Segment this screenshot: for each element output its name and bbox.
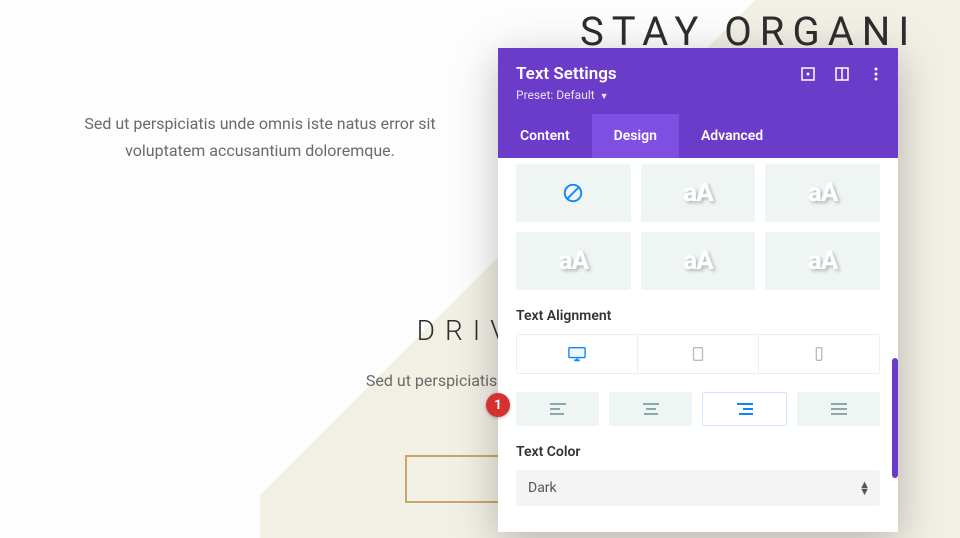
align-justify-icon [831,403,847,415]
text-color-value: Dark [528,480,557,496]
tablet-icon [689,346,707,362]
annotation-marker-1: 1 [486,393,510,417]
align-center-icon [643,403,659,415]
alignment-label: Text Alignment [516,308,880,324]
preset-value: Default [556,88,594,102]
device-phone[interactable] [759,335,879,373]
align-justify[interactable] [797,392,880,426]
style-shadow-1[interactable]: aA [641,164,756,222]
text-style-grid: aA aA aA aA aA [516,164,880,290]
scrollbar-thumb[interactable] [892,358,898,478]
select-chevron-icon: ▲▼ [859,481,870,495]
panel-preset[interactable]: Preset: Default ▼ [516,88,880,102]
phone-icon [810,346,828,362]
tab-advanced[interactable]: Advanced [679,114,898,158]
align-center[interactable] [609,392,692,426]
style-sample: aA [808,246,837,276]
expand-icon[interactable] [800,66,816,86]
layout-icon[interactable] [834,66,850,86]
align-left-icon [550,403,566,415]
text-settings-panel: Text Settings Preset: Default ▼ Content … [498,48,898,532]
style-shadow-3[interactable]: aA [516,232,631,290]
style-none[interactable] [516,164,631,222]
style-shadow-2[interactable]: aA [765,164,880,222]
text-color-select[interactable]: Dark ▲▼ [516,470,880,506]
preset-caret-icon: ▼ [600,92,609,102]
text-color-label: Text Color [516,444,880,460]
tab-design[interactable]: Design [592,114,679,158]
style-shadow-4[interactable]: aA [641,232,756,290]
device-desktop[interactable] [517,335,638,373]
align-right[interactable] [702,392,787,426]
more-icon[interactable] [868,66,884,86]
style-sample: aA [808,178,837,208]
preset-label: Preset: [516,88,553,102]
alignment-row [516,392,880,426]
desktop-icon [568,346,586,362]
hero-paragraph: Sed ut perspiciatis unde omnis iste natu… [60,110,460,164]
tab-content[interactable]: Content [498,114,592,158]
style-sample: aA [683,246,712,276]
panel-tabs: Content Design Advanced [498,114,898,158]
style-sample: aA [683,178,712,208]
device-selector [516,334,880,374]
style-shadow-5[interactable]: aA [765,232,880,290]
align-left[interactable] [516,392,599,426]
panel-header: Text Settings Preset: Default ▼ [498,48,898,114]
device-tablet[interactable] [638,335,759,373]
style-sample: aA [559,246,588,276]
align-right-icon [737,403,753,415]
none-icon [562,182,584,204]
